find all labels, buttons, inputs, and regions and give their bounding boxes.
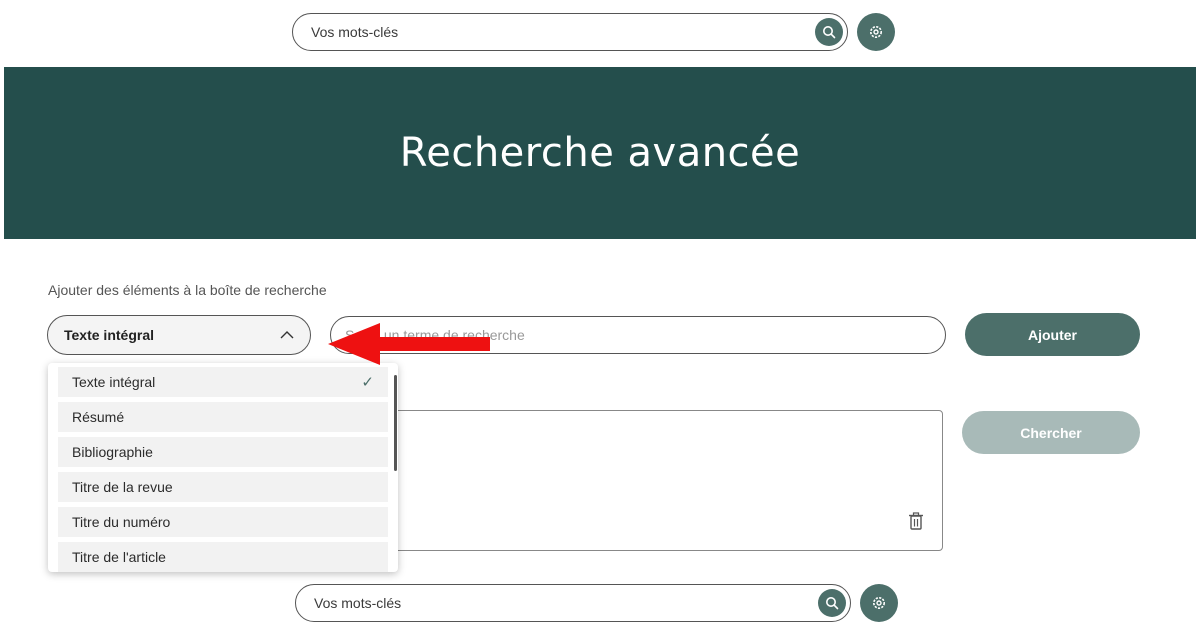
bottom-search-settings-button[interactable] — [860, 584, 898, 622]
field-select-value: Texte intégral — [64, 327, 154, 343]
dropdown-option-article-title[interactable]: Titre de l'article — [58, 542, 388, 572]
dropdown-option-full-text[interactable]: Texte intégral ✓ — [58, 367, 388, 397]
chevron-up-icon — [280, 331, 294, 339]
dropdown-option-issue-title[interactable]: Titre du numéro — [58, 507, 388, 537]
section-label: Ajouter des éléments à la boîte de reche… — [48, 282, 327, 298]
annotation-arrow — [328, 323, 490, 365]
top-search-placeholder: Vos mots-clés — [311, 24, 399, 40]
field-select[interactable]: Texte intégral — [47, 315, 311, 355]
dropdown-option-abstract[interactable]: Résumé — [58, 402, 388, 432]
top-search-button[interactable] — [815, 18, 843, 46]
add-button[interactable]: Ajouter — [965, 313, 1140, 356]
check-icon: ✓ — [361, 374, 374, 391]
search-icon — [823, 26, 836, 39]
search-icon — [826, 597, 839, 610]
page-header-band: Recherche avancée — [4, 67, 1196, 239]
dropdown-scrollbar[interactable] — [394, 375, 397, 471]
dropdown-option-label: Résumé — [72, 409, 125, 425]
bottom-search-placeholder: Vos mots-clés — [314, 595, 402, 611]
dropdown-option-label: Bibliographie — [72, 444, 153, 460]
top-search-settings-button[interactable] — [857, 13, 895, 51]
query-box[interactable] — [392, 410, 943, 551]
bottom-search-button[interactable] — [818, 589, 846, 617]
top-search-input[interactable]: Vos mots-clés — [292, 13, 848, 51]
top-search-bar: Vos mots-clés — [292, 13, 895, 51]
gear-icon — [870, 26, 882, 38]
dropdown-option-label: Titre du numéro — [72, 514, 171, 530]
dropdown-option-journal-title[interactable]: Titre de la revue — [58, 472, 388, 502]
bottom-search-bar: Vos mots-clés — [295, 584, 898, 622]
dropdown-option-bibliography[interactable]: Bibliographie — [58, 437, 388, 467]
dropdown-option-label: Texte intégral — [72, 374, 156, 390]
search-button[interactable]: Chercher — [962, 411, 1140, 454]
field-dropdown-menu: Texte intégral ✓ Résumé Bibliographie Ti… — [48, 363, 398, 572]
dropdown-option-label: Titre de la revue — [72, 479, 173, 495]
trash-icon[interactable] — [908, 512, 924, 530]
gear-icon — [873, 597, 885, 609]
bottom-search-input[interactable]: Vos mots-clés — [295, 584, 851, 622]
page-title: Recherche avancée — [399, 130, 801, 176]
dropdown-option-label: Titre de l'article — [72, 549, 166, 565]
